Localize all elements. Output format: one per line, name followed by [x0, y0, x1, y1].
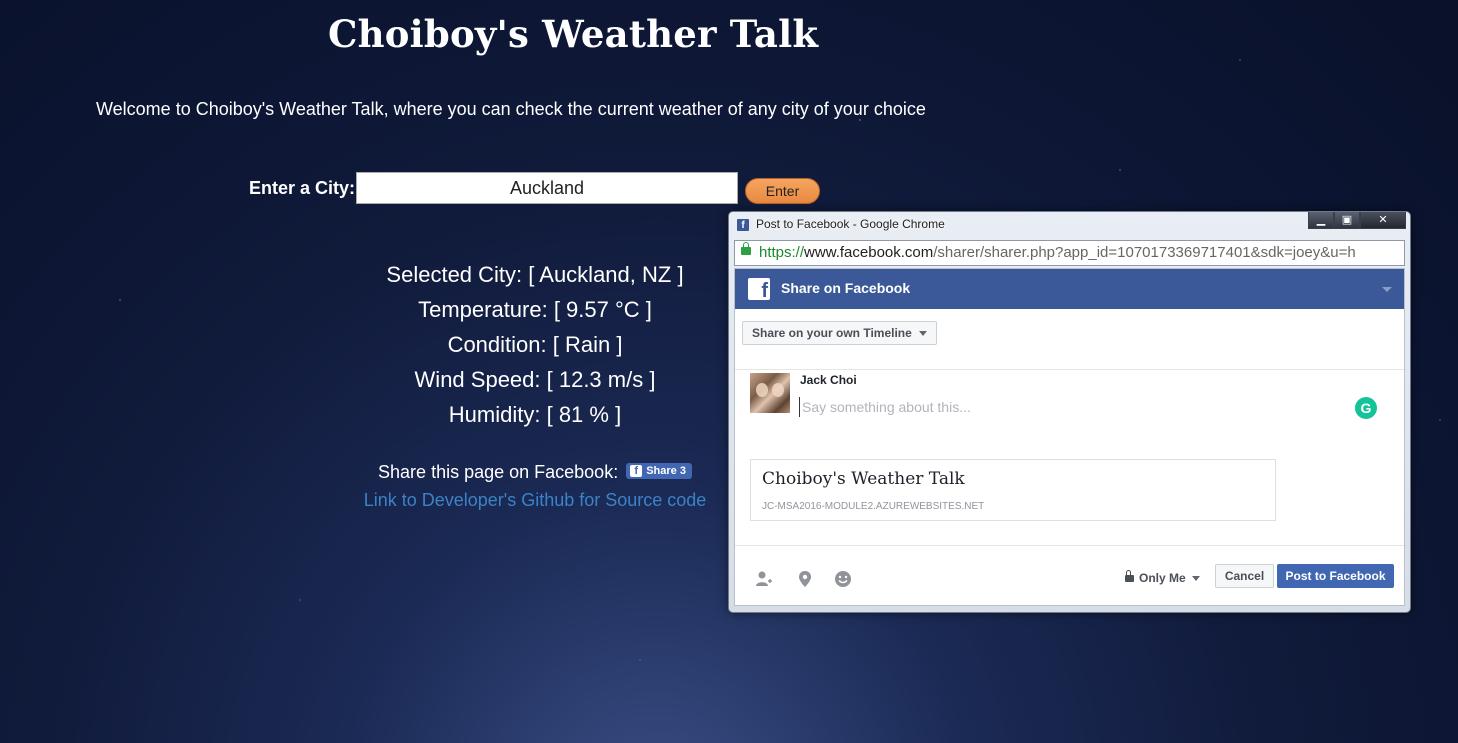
lock-icon: [1125, 570, 1134, 582]
window-controls: ▁ ▣ ✕: [1308, 212, 1406, 230]
cancel-button[interactable]: Cancel: [1215, 564, 1274, 588]
lock-icon: [741, 242, 751, 255]
temperature: Temperature: [ 9.57 °C ]: [418, 297, 652, 322]
weather-info: Selected City: [ Auckland, NZ ] Temperat…: [335, 257, 735, 432]
post-to-facebook-button[interactable]: Post to Facebook: [1277, 564, 1394, 588]
maximize-button[interactable]: ▣: [1334, 212, 1360, 229]
chevron-down-icon: [918, 331, 927, 336]
city-input[interactable]: [356, 172, 738, 204]
github-link[interactable]: Link to Developer's Github for Source co…: [335, 490, 735, 511]
share-count-label: Share 3: [646, 465, 686, 478]
card-domain: JC-MSA2016-MODULE2.AZUREWEBSITES.NET: [762, 501, 985, 512]
selected-city: Selected City: [ Auckland, NZ ]: [386, 262, 684, 287]
humidity: Humidity: [ 81 % ]: [448, 402, 622, 427]
window-titlebar[interactable]: f Post to Facebook - Google Chrome ▁ ▣ ✕: [729, 212, 1410, 238]
welcome-text: Welcome to Choiboy's Weather Talk, where…: [96, 99, 926, 119]
location-icon[interactable]: [796, 570, 814, 588]
user-name: Jack Choi: [800, 373, 857, 387]
card-title: Choiboy's Weather Talk: [762, 469, 965, 489]
close-button[interactable]: ✕: [1360, 212, 1406, 229]
privacy-label: Only Me: [1139, 571, 1186, 585]
facebook-icon: f: [737, 219, 749, 231]
link-preview-card[interactable]: Choiboy's Weather Talk JC-MSA2016-MODULE…: [750, 459, 1276, 521]
site-title: Choiboy's Weather Talk: [328, 12, 819, 56]
facebook-logo-icon: f: [748, 278, 770, 302]
fb-header-title: Share on Facebook: [781, 280, 911, 296]
divider: [735, 369, 1404, 370]
chevron-down-icon: [1191, 576, 1200, 582]
window-title: Post to Facebook - Google Chrome: [756, 217, 945, 231]
share-label: Share this page on Facebook:: [378, 462, 619, 482]
emoji-icon[interactable]: [834, 570, 852, 588]
wind-speed: Wind Speed: [ 12.3 m/s ]: [414, 367, 656, 392]
share-destination-select[interactable]: Share on your own Timeline: [742, 321, 937, 345]
url-text: https://www.facebook.com/sharer/sharer.p…: [759, 244, 1356, 261]
privacy-select[interactable]: Only Me: [1125, 570, 1200, 591]
post-message-input[interactable]: [799, 397, 1342, 417]
minimize-button[interactable]: ▁: [1308, 212, 1334, 229]
facebook-popup-window: f Post to Facebook - Google Chrome ▁ ▣ ✕…: [728, 211, 1411, 613]
avatar: [750, 373, 790, 413]
facebook-share-button[interactable]: f Share 3: [626, 463, 692, 480]
facebook-share-dialog: f Share on Facebook Share on your own Ti…: [734, 268, 1405, 606]
facebook-icon: f: [630, 465, 643, 478]
chevron-down-icon[interactable]: [1382, 287, 1392, 292]
condition: Condition: [ Rain ]: [447, 332, 623, 357]
share-destination-label: Share on your own Timeline: [752, 326, 912, 340]
dialog-footer: Only Me Cancel Post to Facebook: [735, 545, 1404, 605]
tag-people-icon[interactable]: [755, 570, 773, 588]
address-bar[interactable]: https://www.facebook.com/sharer/sharer.p…: [734, 240, 1405, 266]
grammarly-icon[interactable]: G: [1355, 397, 1377, 419]
enter-button[interactable]: Enter: [745, 178, 820, 204]
fb-header: f Share on Facebook: [735, 269, 1404, 309]
city-label: Enter a City:: [249, 178, 356, 198]
share-line: Share this page on Facebook: f Share 3: [335, 462, 735, 483]
